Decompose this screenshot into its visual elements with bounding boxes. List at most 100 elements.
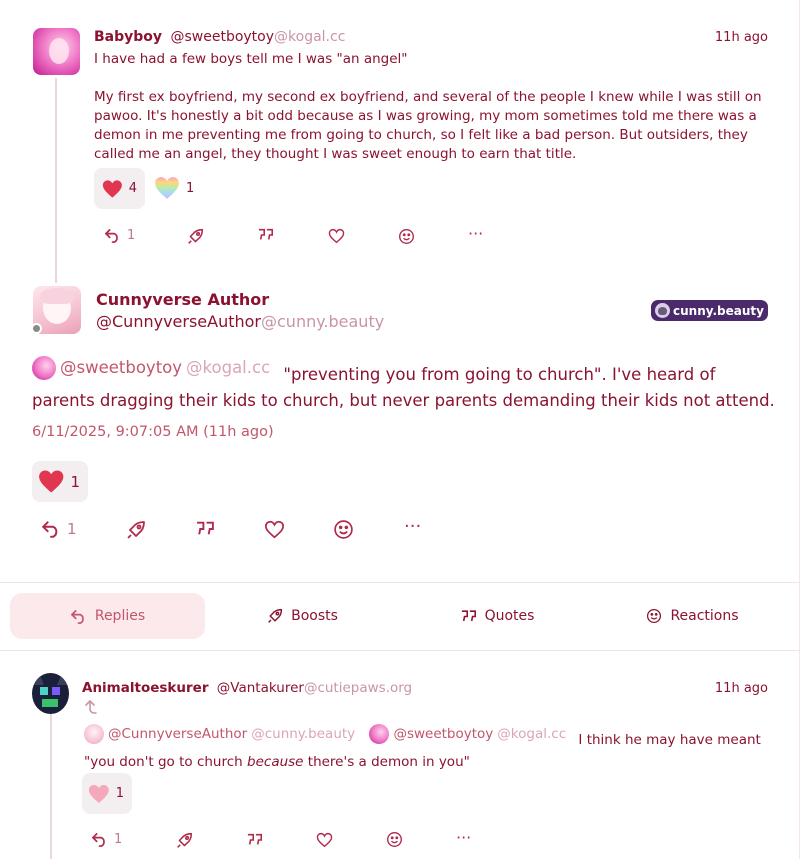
smile-icon: [387, 832, 402, 847]
post-line: called me an angel, they thought I was s…: [94, 146, 577, 162]
smile-icon: [647, 608, 662, 624]
boost-button[interactable]: [176, 832, 193, 849]
quote-button[interactable]: [196, 521, 215, 537]
react-button[interactable]: [333, 519, 354, 540]
avatar[interactable]: [32, 673, 69, 714]
heart-emoji-icon: [102, 179, 122, 198]
react-button[interactable]: [386, 831, 403, 848]
avatar[interactable]: [33, 28, 80, 75]
display-name[interactable]: Cunnyverse Author: [96, 290, 269, 309]
post-timestamp[interactable]: 6/11/2025, 9:07:05 AM (11h ago): [32, 424, 274, 440]
handle-domain[interactable]: @cutiepaws.org: [304, 680, 412, 696]
post-text: "preventing you from going to church". I…: [283, 365, 716, 384]
mention-domain: @cunny.beauty: [251, 726, 356, 742]
page: Babyboy @sweetboytoy@kogal.cc 11h ago I …: [0, 0, 800, 859]
more-button[interactable]: ···: [468, 224, 483, 243]
post-text: I think he may have meant: [578, 732, 761, 748]
reaction-rainbow[interactable]: 1: [154, 176, 194, 200]
reaction-heart[interactable]: 1: [82, 773, 132, 814]
divider: [0, 650, 800, 651]
favorite-button[interactable]: [264, 520, 285, 539]
reply-button[interactable]: 1: [104, 228, 135, 243]
reply-icon: [42, 521, 58, 538]
rocket-icon: [127, 521, 145, 539]
instance-name: cunny.beauty: [673, 303, 764, 318]
reply-icon: [70, 609, 84, 624]
favorite-button[interactable]: [316, 832, 333, 848]
post-text: parents dragging their kids to church, b…: [32, 391, 775, 410]
rainbow-heart-emoji-icon: [155, 177, 179, 199]
divider: [0, 582, 800, 583]
post-text: "you don't go to church: [84, 754, 248, 770]
quote-button[interactable]: [247, 833, 263, 847]
thread-line: [50, 714, 52, 859]
mention-handle: @sweetboytoy: [60, 358, 183, 377]
pink-heart-emoji-icon: [88, 784, 109, 803]
reaction-heart[interactable]: 1: [32, 461, 88, 502]
mention-link[interactable]: @sweetboytoy @kogal.cc: [32, 355, 270, 381]
mention-domain: @kogal.cc: [186, 358, 271, 377]
handle[interactable]: @sweetboytoy: [170, 29, 274, 45]
reply-icon: [105, 229, 118, 243]
display-name[interactable]: Babyboy: [94, 29, 162, 45]
rocket-icon: [188, 228, 204, 244]
post-body: @sweetboytoy @kogal.cc "preventing you fr…: [32, 355, 792, 414]
handle: @CunnyverseAuthor: [96, 312, 261, 331]
heart-outline-icon: [264, 520, 285, 539]
handle-domain: @cunny.beauty: [261, 312, 385, 331]
reply-count: 1: [67, 520, 77, 538]
status-dot: [31, 323, 42, 334]
reaction-heart[interactable]: 4: [94, 168, 145, 209]
post-text: there's a demon in you": [303, 754, 470, 770]
tab-replies[interactable]: Replies: [10, 593, 205, 639]
handle[interactable]: @Vantakurer: [217, 680, 304, 696]
favorite-button[interactable]: [328, 228, 345, 244]
heart-outline-icon: [316, 832, 333, 848]
reply-to-icon: [85, 700, 97, 714]
thread-line: [55, 78, 57, 283]
timestamp[interactable]: 11h ago: [690, 30, 768, 45]
tab-label: Boosts: [291, 608, 338, 624]
more-button[interactable]: ···: [404, 516, 421, 537]
post-header: Animaltoeskurer @Vantakurer@cutiepaws.or…: [82, 680, 412, 696]
reply-icon: [92, 833, 105, 847]
heart-emoji-icon: [39, 470, 64, 493]
reply-button[interactable]: 1: [91, 832, 122, 847]
tab-label: Reactions: [670, 608, 739, 624]
full-handle[interactable]: @CunnyverseAuthor@cunny.beauty: [96, 312, 384, 331]
quote-icon: [197, 521, 214, 535]
tab-quotes[interactable]: Quotes: [400, 593, 595, 639]
timestamp[interactable]: 11h ago: [690, 681, 768, 696]
handle-domain[interactable]: @kogal.cc: [274, 29, 345, 45]
tab-boosts[interactable]: Boosts: [205, 593, 400, 639]
display-name[interactable]: Animaltoeskurer: [82, 680, 208, 696]
post-line: demon in me preventing me from going to …: [94, 127, 748, 143]
mention-handle: @sweetboytoy: [393, 726, 494, 742]
post-text-emphasis: because: [247, 754, 304, 770]
instance-badge[interactable]: cunny.beauty: [651, 300, 768, 321]
mention-avatar: [84, 724, 104, 744]
rocket-icon: [177, 832, 193, 848]
mention-avatar: [32, 356, 56, 380]
more-icon: ···: [404, 516, 422, 537]
react-button[interactable]: [398, 228, 415, 245]
post-header: Babyboy @sweetboytoy@kogal.cc: [94, 29, 345, 45]
reaction-count: 1: [115, 786, 124, 801]
mention-handle: @CunnyverseAuthor: [108, 726, 248, 742]
mention-link[interactable]: @sweetboytoy @kogal.cc: [369, 723, 566, 745]
mention-avatar: [369, 724, 390, 744]
tab-reactions[interactable]: Reactions: [595, 593, 790, 639]
quote-button[interactable]: [258, 228, 274, 242]
reaction-count: 4: [128, 181, 137, 196]
boost-button[interactable]: [187, 228, 204, 245]
tab-label: Quotes: [484, 608, 535, 624]
more-button[interactable]: ···: [456, 828, 471, 847]
mention-link[interactable]: @CunnyverseAuthor @cunny.beauty: [84, 723, 355, 745]
reaction-count: 1: [70, 472, 80, 491]
boost-button[interactable]: [126, 520, 146, 540]
smile-icon: [334, 520, 353, 539]
rocket-icon: [268, 608, 283, 623]
quote-icon: [461, 609, 476, 621]
more-icon: ···: [456, 828, 472, 847]
reply-button[interactable]: 1: [41, 520, 77, 538]
